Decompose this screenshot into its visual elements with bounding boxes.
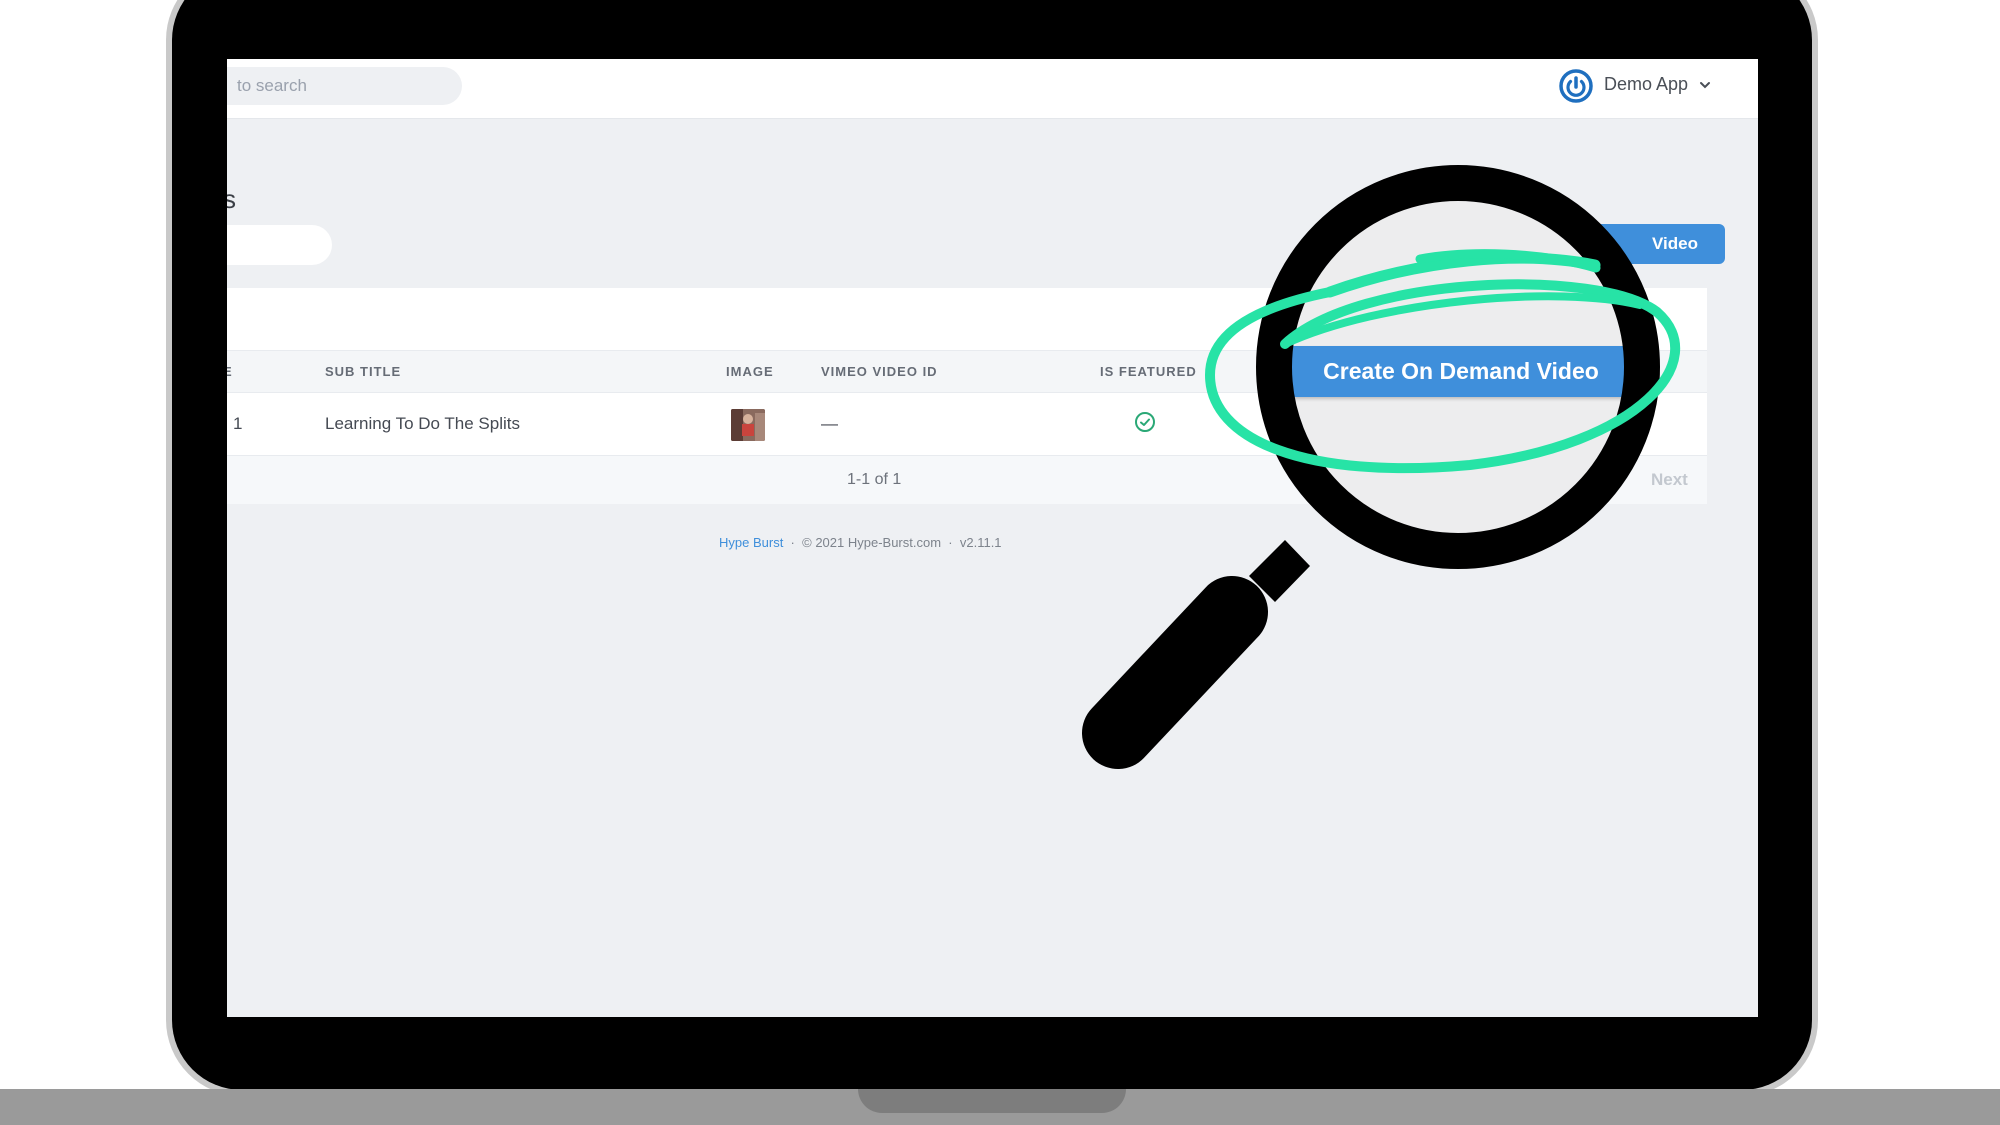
cell-vimeo-id: — bbox=[821, 414, 838, 433]
column-header-sub-title[interactable]: SUB TITLE bbox=[325, 351, 401, 392]
footer-brand-link[interactable]: Hype Burst bbox=[719, 535, 783, 550]
column-header-is-featured[interactable]: IS FEATURED bbox=[1100, 351, 1197, 392]
search-input[interactable] bbox=[227, 67, 462, 105]
column-header-vimeo-id[interactable]: VIMEO VIDEO ID bbox=[821, 351, 938, 392]
top-bar: Demo App bbox=[227, 59, 1758, 119]
pagination-count: 1-1 of 1 bbox=[847, 471, 902, 488]
create-on-demand-video-button[interactable]: Create On Demand Video bbox=[1288, 346, 1634, 397]
laptop-notch bbox=[858, 1089, 1126, 1113]
page-title: s bbox=[227, 184, 236, 214]
check-circle-icon bbox=[1135, 412, 1155, 432]
app-switcher-label[interactable]: Demo App bbox=[1604, 74, 1688, 95]
cell-title[interactable]: 1 bbox=[233, 392, 242, 455]
column-header-title[interactable]: E bbox=[227, 351, 233, 392]
footer-separator: · bbox=[944, 535, 957, 550]
footer-version: v2.11.1 bbox=[959, 535, 1002, 550]
column-header-image: IMAGE bbox=[726, 364, 774, 379]
footer-separator: · bbox=[786, 535, 799, 550]
power-icon[interactable] bbox=[1559, 69, 1593, 103]
cell-sub-title: Learning To Do The Splits bbox=[325, 414, 520, 433]
thumbnail-image bbox=[731, 409, 765, 441]
next-page-button[interactable]: Next bbox=[1651, 456, 1688, 504]
chevron-down-icon[interactable] bbox=[1697, 77, 1713, 93]
site-footer: Hype Burst · © 2021 Hype-Burst.com · v2.… bbox=[719, 535, 1002, 550]
filter-input[interactable] bbox=[227, 225, 332, 265]
footer-copyright: © 2021 Hype-Burst.com bbox=[802, 535, 942, 550]
